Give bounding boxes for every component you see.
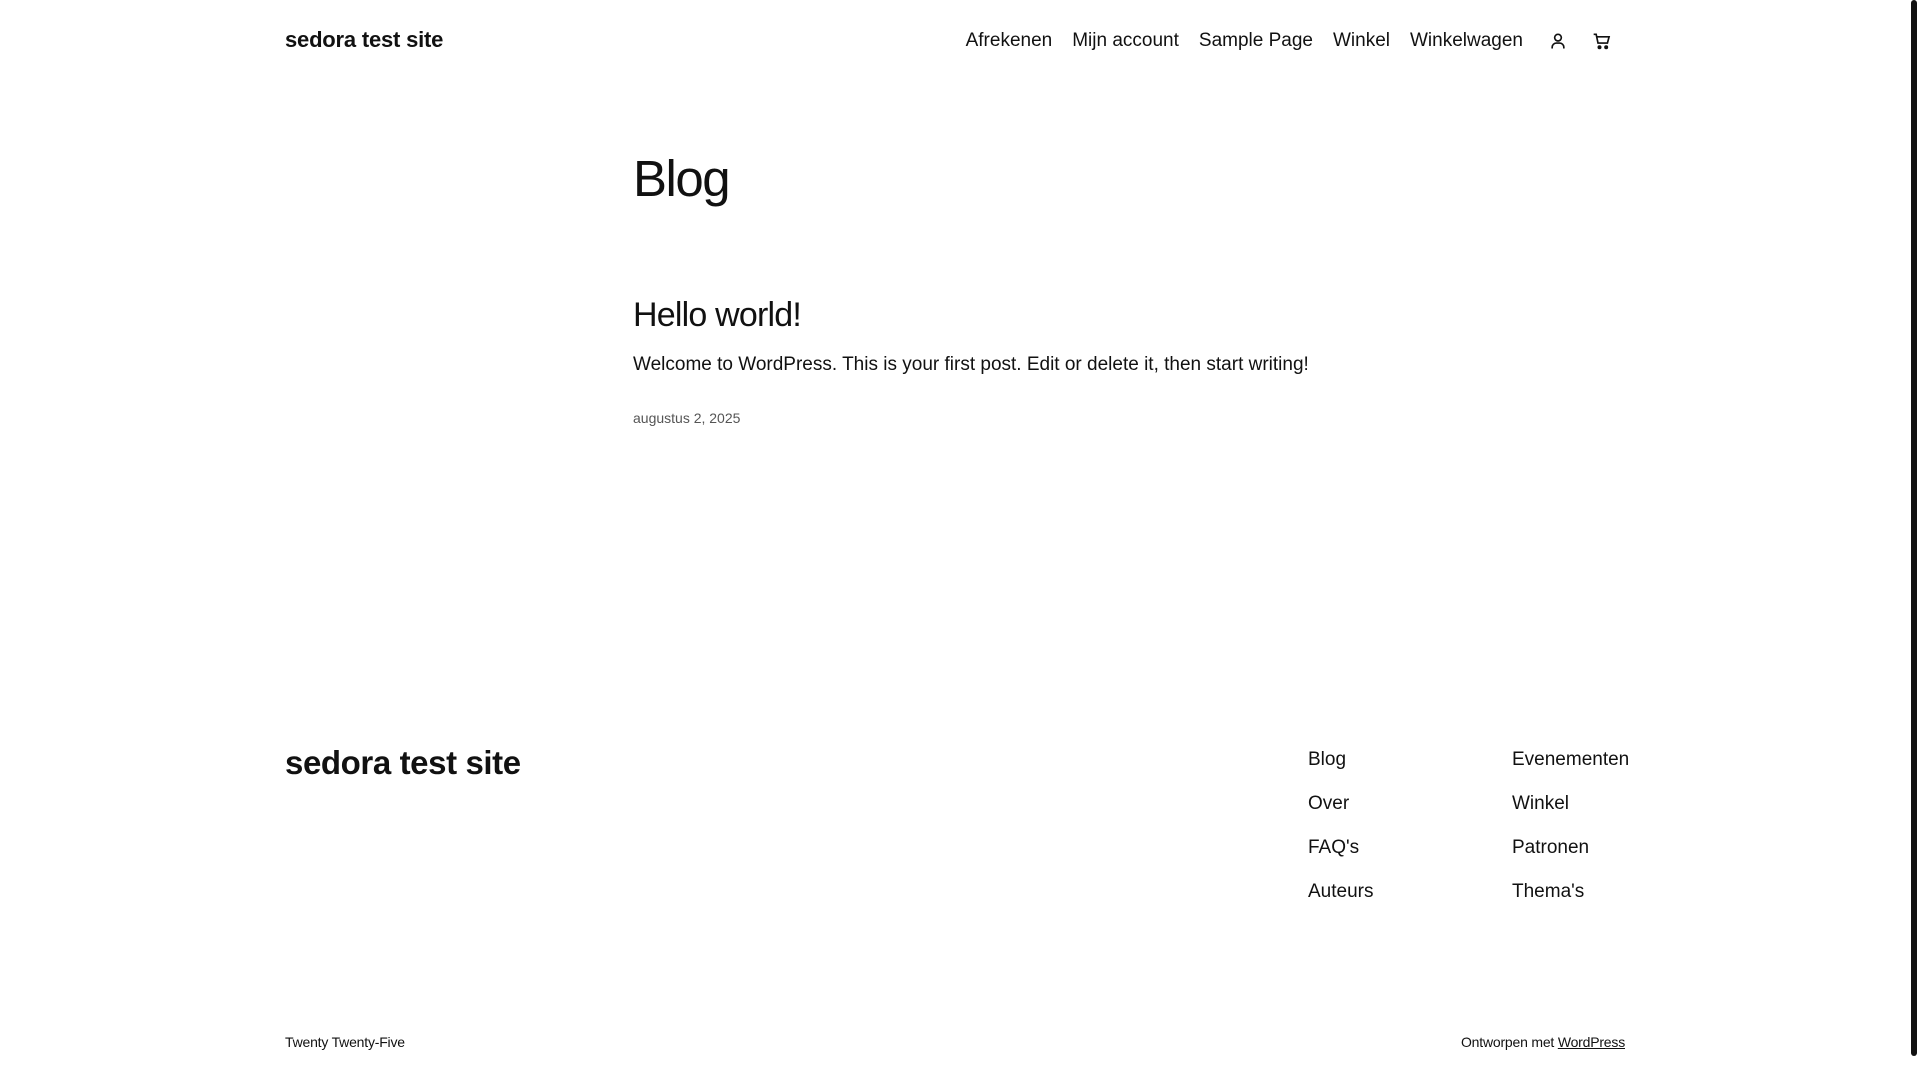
cart-icon-graphic — [1593, 33, 1611, 50]
footer-link-winkel[interactable]: Winkel — [1512, 792, 1629, 815]
site-title-link[interactable]: sedora test site — [285, 27, 443, 53]
footer-credit-prefix: Ontworpen met — [1460, 1034, 1555, 1050]
page-title: Blog — [633, 150, 731, 207]
account-icon[interactable] — [1545, 28, 1571, 54]
account-icon-graphic — [1551, 33, 1565, 49]
cart-icon[interactable] — [1589, 28, 1615, 54]
footer-link-faqs[interactable]: FAQ's — [1308, 836, 1373, 859]
nav-item-winkelwagen[interactable]: Winkelwagen — [1410, 30, 1523, 52]
footer-link-themas[interactable]: Thema's — [1512, 880, 1629, 903]
footer-link-auteurs[interactable]: Auteurs — [1308, 880, 1373, 903]
nav-icon-group — [1545, 28, 1615, 54]
footer-credit: Ontworpen met WordPress — [1461, 1034, 1625, 1050]
footer-nav-column-1: Blog Over FAQ's Auteurs — [1308, 748, 1373, 903]
footer-wordpress-link[interactable]: WordPress — [1558, 1034, 1625, 1050]
footer-link-blog[interactable]: Blog — [1308, 748, 1373, 771]
post-title-link[interactable]: Hello world! — [633, 296, 802, 335]
footer-theme-name: Twenty Twenty-Five — [285, 1034, 405, 1050]
site-header: sedora test site Afrekenen Mijn account … — [285, 22, 1625, 62]
footer-link-over[interactable]: Over — [1308, 792, 1373, 815]
nav-item-winkel[interactable]: Winkel — [1333, 30, 1390, 52]
main-content: Blog Hello world! Welcome to WordPress. … — [633, 148, 1333, 426]
footer-link-patronen[interactable]: Patronen — [1512, 836, 1629, 859]
main-navigation: Afrekenen Mijn account Sample Page Winke… — [966, 28, 1615, 54]
footer-link-evenementen[interactable]: Evenementen — [1512, 748, 1629, 771]
nav-item-mijn-account[interactable]: Mijn account — [1072, 30, 1179, 52]
scrollbar-thumb[interactable] — [1911, 0, 1917, 1056]
nav-item-afrekenen[interactable]: Afrekenen — [966, 30, 1053, 52]
vertical-scrollbar[interactable] — [1908, 0, 1920, 1080]
post-date[interactable]: augustus 2, 2025 — [633, 410, 740, 426]
post-excerpt: Welcome to WordPress. This is your first… — [633, 354, 1309, 375]
footer-site-title-link[interactable]: sedora test site — [285, 744, 521, 782]
footer-nav-column-2: Evenementen Winkel Patronen Thema's — [1512, 748, 1629, 903]
nav-item-sample-page[interactable]: Sample Page — [1199, 30, 1313, 52]
